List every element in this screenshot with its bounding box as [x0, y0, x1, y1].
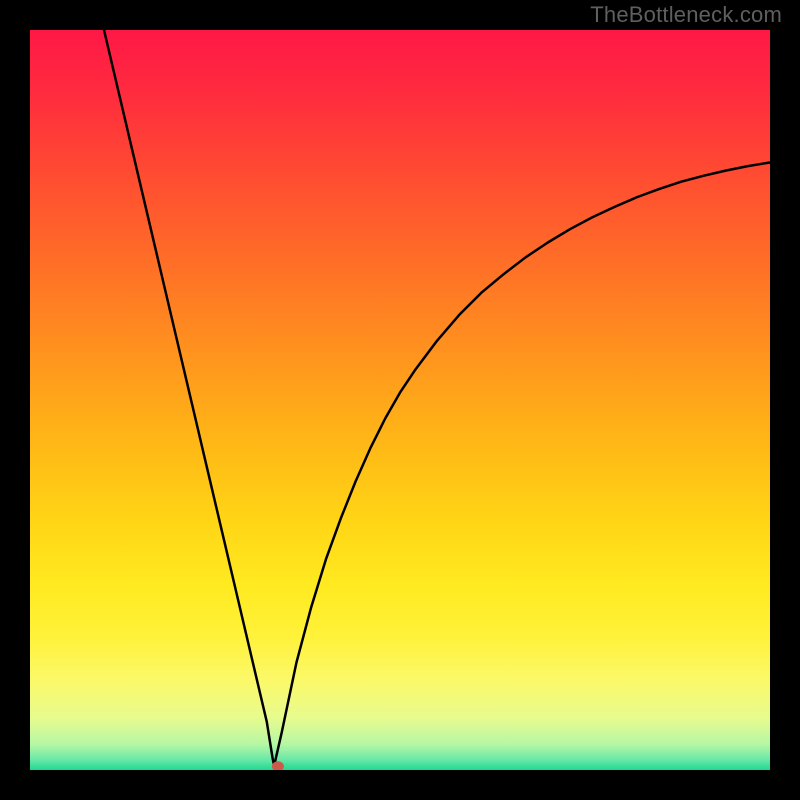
chart-svg: [30, 30, 770, 770]
plot-area: [30, 30, 770, 770]
watermark-text: TheBottleneck.com: [590, 2, 782, 28]
gradient-bg-rect: [30, 30, 770, 770]
page-root: TheBottleneck.com: [0, 0, 800, 800]
